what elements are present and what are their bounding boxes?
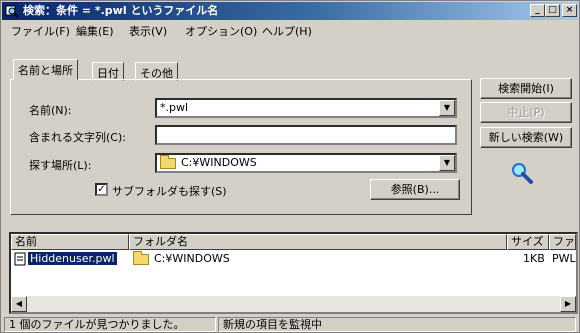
- browse-button[interactable]: 参照(B)...: [370, 179, 460, 200]
- look-in-combobox[interactable]: C:¥WINDOWS ▼: [155, 153, 457, 173]
- containing-text-input[interactable]: [155, 125, 457, 145]
- scroll-left-arrow-icon[interactable]: ◀: [11, 296, 27, 312]
- column-header-size[interactable]: サイズ: [507, 234, 549, 250]
- menu-help[interactable]: ヘルプ(H): [262, 23, 312, 39]
- folder-icon: [133, 250, 149, 265]
- include-subfolders-checkbox[interactable]: ✓: [95, 183, 108, 196]
- find-now-button[interactable]: 検索開始(I): [480, 78, 572, 99]
- folder-icon: [160, 155, 176, 169]
- name-input-value: *.pwl: [160, 101, 189, 114]
- column-header-type[interactable]: ファイル: [549, 234, 576, 250]
- look-in-value: C:¥WINDOWS: [181, 156, 257, 169]
- status-bar: 1 個のファイルが見つかりました。 新規の項目を監視中: [2, 316, 578, 333]
- name-combobox[interactable]: *.pwl ▼: [155, 98, 457, 118]
- type-cell: PWL フ: [552, 252, 580, 265]
- scroll-right-arrow-icon[interactable]: ▶: [560, 296, 576, 312]
- find-window: 検索：条件 = *.pwl というファイル名 _ □ × ファイル(F) 編集(…: [0, 0, 580, 333]
- menu-options[interactable]: オプション(O): [185, 23, 257, 39]
- maximize-button[interactable]: □: [545, 4, 560, 17]
- status-found-count: 1 個のファイルが見つかりました。: [4, 317, 216, 332]
- menu-file[interactable]: ファイル(F): [11, 23, 70, 39]
- tab-panel: 名前(N): *.pwl ▼ 含まれる文字列(C): 探す場所(L): C:¥W…: [10, 79, 472, 215]
- stop-button[interactable]: 中止(P): [480, 102, 572, 123]
- look-in-label: 探す場所(L):: [29, 159, 92, 172]
- status-monitoring: 新規の項目を監視中: [218, 317, 576, 332]
- search-window-icon: [5, 5, 19, 18]
- horizontal-scrollbar[interactable]: ◀ ▶: [11, 296, 576, 312]
- file-name: Hiddenuser.pwl: [28, 252, 117, 265]
- size-cell: 1KB: [523, 252, 545, 265]
- column-header-folder[interactable]: フォルダ名: [129, 234, 507, 250]
- tab-name-location[interactable]: 名前と場所: [13, 59, 78, 80]
- magnifier-icon: [512, 163, 533, 184]
- look-in-dropdown-arrow-icon[interactable]: ▼: [439, 155, 455, 171]
- menu-view[interactable]: 表示(V): [129, 23, 167, 39]
- minimize-button[interactable]: _: [530, 4, 545, 17]
- window-title: 検索：条件 = *.pwl というファイル名: [23, 4, 219, 17]
- file-name-cell[interactable]: Hiddenuser.pwl: [14, 252, 117, 266]
- pwl-file-icon: [14, 252, 26, 266]
- containing-text-label: 含まれる文字列(C):: [29, 131, 126, 144]
- folder-name: C:¥WINDOWS: [154, 252, 230, 265]
- name-label: 名前(N):: [29, 104, 72, 117]
- include-subfolders-label[interactable]: サブフォルダも探す(S): [112, 183, 227, 199]
- title-bar[interactable]: 検索：条件 = *.pwl というファイル名 _ □ ×: [2, 2, 578, 20]
- menu-edit[interactable]: 編集(E): [76, 23, 114, 39]
- menu-bar: ファイル(F) 編集(E) 表示(V) オプション(O) ヘルプ(H): [2, 21, 578, 39]
- column-header-name[interactable]: 名前: [11, 234, 129, 250]
- results-list[interactable]: 名前 フォルダ名 サイズ ファイル Hiddenuser.pwl C:¥WIND…: [9, 232, 580, 314]
- name-dropdown-arrow-icon[interactable]: ▼: [439, 100, 455, 116]
- close-button[interactable]: ×: [562, 4, 577, 17]
- folder-cell: C:¥WINDOWS: [133, 250, 230, 266]
- new-search-button[interactable]: 新しい検索(W): [480, 127, 572, 148]
